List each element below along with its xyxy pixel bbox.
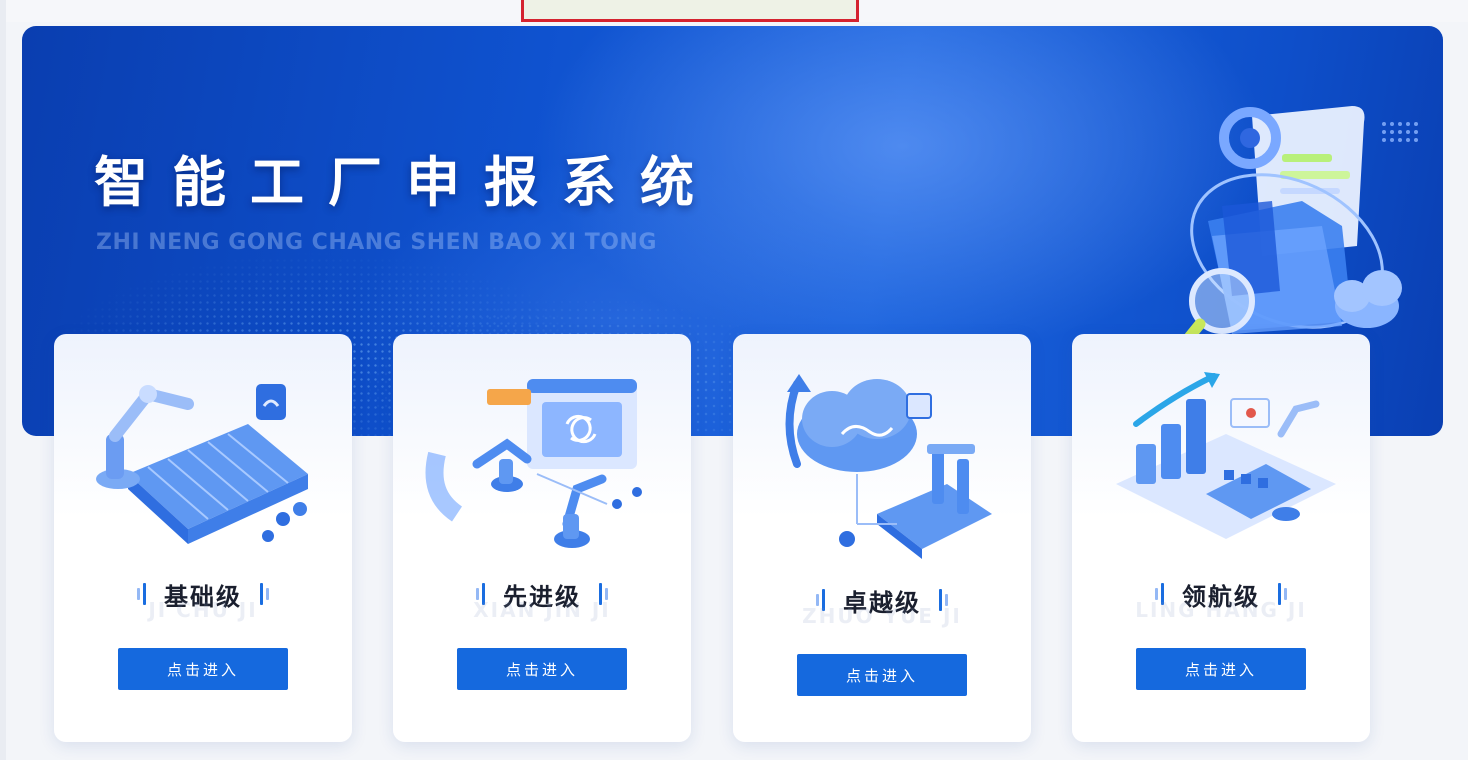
enter-basic-button[interactable]: 点击进入 [118,648,288,690]
level-card-excellent: 卓越级 ZHUO YUE JI 点击进入 [733,334,1031,742]
level-card-leading: 领航级 LING HANG JI 点击进入 [1072,334,1370,742]
cloud-factory-icon [785,374,992,559]
level-pinyin-watermark: JI CHU JI [148,598,258,622]
enter-advanced-button[interactable]: 点击进入 [457,648,627,690]
left-edge [0,0,6,760]
level-card-advanced: 先进级 XIAN JIN JI 点击进入 [393,334,691,742]
banner-title: 智能工厂申报系统 [94,151,718,214]
robot-arm-conveyor-icon [96,384,308,544]
automation-screen-icon [425,379,642,548]
growth-chart-factory-icon [1116,372,1336,539]
enter-leading-button[interactable]: 点击进入 [1136,648,1306,690]
level-pinyin-watermark: ZHUO YUE JI [802,604,962,628]
banner-subtitle: ZHI NENG GONG CHANG SHEN BAO XI TONG [96,230,657,255]
level-pinyin-watermark: XIAN JIN JI [473,598,611,622]
level-pinyin-watermark: LING HANG JI [1135,598,1307,622]
highlighted-region [521,0,859,22]
enter-excellent-button[interactable]: 点击进入 [797,654,967,696]
document-folder-illustration-icon [1164,106,1418,367]
level-card-basic: 基础级 JI CHU JI 点击进入 [54,334,352,742]
